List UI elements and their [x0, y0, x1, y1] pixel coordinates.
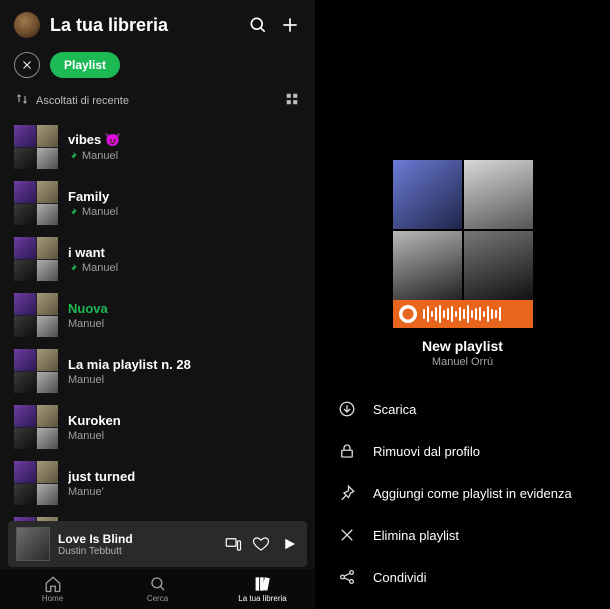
playlist-name: Family	[68, 189, 118, 204]
pinned-icon	[68, 207, 78, 217]
playlist-row[interactable]: vibes 😈 Manuel	[10, 119, 305, 175]
playlist-owner: Manuel	[68, 262, 118, 274]
playlist-owner: Manuel	[68, 206, 118, 218]
playlist-row[interactable]: just turned Manue'	[10, 455, 305, 511]
context-menu: Scarica Rimuovi dal profilo Aggiungi com…	[315, 388, 610, 598]
header: La tua libreria	[0, 0, 315, 46]
nav-search[interactable]: Cerca	[105, 569, 210, 609]
playlist-meta: Nuova Manuel	[68, 301, 108, 330]
pin-icon	[337, 484, 357, 502]
pinned-icon	[68, 151, 78, 161]
playlist-meta: Kuroken Manuel	[68, 413, 121, 442]
library-pane: La tua libreria Playlist Ascoltati di re…	[0, 0, 315, 609]
devices-icon[interactable]	[223, 534, 243, 554]
menu-download-label: Scarica	[373, 402, 416, 417]
nav-home-label: Home	[42, 594, 63, 603]
download-icon	[337, 400, 357, 418]
grid-view-icon[interactable]	[285, 92, 299, 109]
spotify-logo-icon	[399, 305, 417, 323]
pinned-icon	[68, 263, 78, 273]
page-title: La tua libreria	[50, 15, 237, 36]
sort-icon[interactable]	[16, 93, 30, 108]
playlist-row[interactable]: Kuroken Manuel	[10, 399, 305, 455]
nav-library[interactable]: La tua libreria	[210, 569, 315, 609]
playlist-art	[14, 293, 58, 337]
nav-home[interactable]: Home	[0, 569, 105, 609]
detail-pane: New playlist Manuel Orrù Scarica Rimuovi…	[315, 0, 610, 609]
filter-row: Playlist	[0, 46, 315, 88]
detail-title: New playlist	[315, 338, 610, 354]
menu-share-label: Condividi	[373, 570, 426, 585]
playlist-name: vibes 😈	[68, 132, 121, 148]
playlist-owner: Manuel	[68, 374, 191, 386]
playlist-row[interactable]: Nuova Manuel	[10, 287, 305, 343]
playlist-owner: Manuel	[68, 318, 108, 330]
menu-download[interactable]: Scarica	[331, 388, 594, 430]
playlist-name: Nuova	[68, 301, 108, 316]
spotify-code[interactable]	[393, 300, 533, 328]
bottom-nav: Home Cerca La tua libreria	[0, 569, 315, 609]
playlist-name: just turned	[68, 469, 135, 484]
user-avatar[interactable]	[14, 12, 40, 38]
nav-library-label: La tua libreria	[238, 594, 286, 603]
playlist-meta: La mia playlist n. 28 Manuel	[68, 357, 191, 386]
nav-search-label: Cerca	[147, 594, 168, 603]
playlist-meta: vibes 😈 Manuel	[68, 132, 121, 162]
playlist-owner: Manuel	[68, 150, 121, 162]
playlist-name: La mia playlist n. 28	[68, 357, 191, 372]
playlist-art	[14, 349, 58, 393]
playlist-meta: i want Manuel	[68, 245, 118, 274]
menu-delete-label: Elimina playlist	[373, 528, 459, 543]
menu-delete-playlist[interactable]: Elimina playlist	[331, 514, 594, 556]
add-icon[interactable]	[279, 14, 301, 36]
playlist-art	[14, 461, 58, 505]
menu-feature-label: Aggiungi come playlist in evidenza	[373, 486, 572, 501]
now-playing-meta: Love Is Blind Dustin Tebbutt	[58, 532, 215, 557]
playlist-art	[14, 405, 58, 449]
detail-owner: Manuel Orrù	[315, 356, 610, 368]
spotify-code-bars	[423, 305, 527, 323]
menu-feature-playlist[interactable]: Aggiungi come playlist in evidenza	[331, 472, 594, 514]
menu-remove-label: Rimuovi dal profilo	[373, 444, 480, 459]
playlist-name: Kuroken	[68, 413, 121, 428]
now-playing-bar[interactable]: Love Is Blind Dustin Tebbutt	[8, 521, 307, 567]
search-icon[interactable]	[247, 14, 269, 36]
heart-icon[interactable]	[251, 534, 271, 554]
lock-icon	[337, 442, 357, 460]
now-playing-art	[16, 527, 50, 561]
menu-share[interactable]: Condividi	[331, 556, 594, 598]
sort-row: Ascoltati di recente	[0, 88, 315, 115]
share-icon	[337, 568, 357, 586]
playlist-row[interactable]: i want Manuel	[10, 231, 305, 287]
playlist-art	[14, 181, 58, 225]
playlist-art	[14, 237, 58, 281]
playlist-owner: Manuel	[68, 430, 121, 442]
playlist-meta: just turned Manue'	[68, 469, 135, 498]
playlist-art	[14, 125, 58, 169]
clear-filter-button[interactable]	[14, 52, 40, 78]
playlist-name: i want	[68, 245, 118, 260]
playlist-meta: Family Manuel	[68, 189, 118, 218]
now-playing-title: Love Is Blind	[58, 532, 215, 546]
filter-chip-playlist[interactable]: Playlist	[50, 52, 120, 78]
sort-label[interactable]: Ascoltati di recente	[36, 95, 285, 107]
now-playing-artist: Dustin Tebbutt	[58, 546, 215, 557]
playlist-row[interactable]: La mia playlist n. 28 Manuel	[10, 343, 305, 399]
menu-remove-from-profile[interactable]: Rimuovi dal profilo	[331, 430, 594, 472]
close-icon	[337, 526, 357, 544]
playlist-row[interactable]: Family Manuel	[10, 175, 305, 231]
playlist-cover[interactable]	[393, 160, 533, 300]
playlist-owner: Manue'	[68, 486, 135, 498]
play-icon[interactable]	[279, 534, 299, 554]
